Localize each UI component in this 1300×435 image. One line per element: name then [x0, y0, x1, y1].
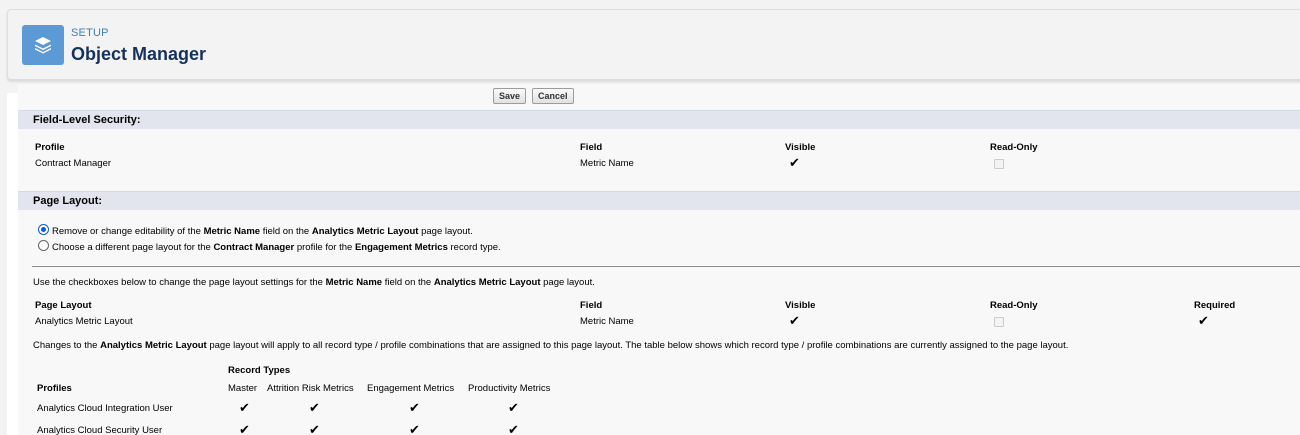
layout-name-value: Analytics Metric Layout: [35, 316, 133, 327]
layout-field-header: Field: [580, 300, 603, 311]
fls-profile-value: Contract Manager: [35, 158, 112, 169]
row2-engagement-check: ✔: [409, 422, 420, 435]
fls-field-header: Field: [580, 142, 603, 153]
layout-field-value: Metric Name: [580, 316, 634, 327]
page-layout-header: Page Layout:: [18, 191, 1300, 210]
save-button[interactable]: Save: [493, 88, 527, 104]
row2-master-check: ✔: [239, 422, 250, 435]
table-row: Analytics Cloud Security User: [37, 425, 163, 435]
field-level-security-header: Field-Level Security:: [18, 110, 1300, 129]
fls-visible-check[interactable]: ✔: [789, 156, 800, 169]
row2-attrition-check: ✔: [309, 422, 320, 435]
record-type-engagement: Engagement Metrics: [367, 383, 455, 394]
left-gutter: [7, 93, 18, 435]
record-type-master: Master: [228, 383, 258, 394]
record-type-attrition-risk: Attrition Risk Metrics: [267, 383, 354, 394]
row1-productivity-check: ✔: [508, 400, 519, 415]
layout-required-check[interactable]: ✔: [1198, 314, 1209, 327]
object-manager-header: SETUP Object Manager: [7, 9, 1300, 80]
cancel-button[interactable]: Cancel: [532, 88, 574, 104]
layout-readonly-header: Read-Only: [990, 300, 1038, 311]
fls-field-value: Metric Name: [580, 158, 634, 169]
layout-visible-check[interactable]: ✔: [789, 314, 800, 327]
row1-master-check: ✔: [239, 400, 250, 415]
profiles-header: Profiles: [37, 383, 72, 394]
choose-layout-radio[interactable]: [38, 240, 49, 251]
remove-editability-option[interactable]: Remove or change editability of the Metr…: [52, 226, 473, 237]
table-row: Analytics Cloud Integration User: [37, 403, 173, 414]
record-types-header: Record Types: [228, 365, 291, 376]
remove-editability-radio[interactable]: [38, 224, 49, 235]
fls-profile-header: Profile: [35, 142, 65, 153]
fls-visible-header: Visible: [785, 142, 816, 153]
choose-layout-option[interactable]: Choose a different page layout for the C…: [52, 242, 501, 253]
row1-attrition-check: ✔: [309, 400, 320, 415]
layout-required-header: Required: [1194, 300, 1236, 311]
fls-readonly-header: Read-Only: [990, 142, 1038, 153]
layout-visible-header: Visible: [785, 300, 816, 311]
row1-engagement-check: ✔: [409, 400, 420, 415]
layout-instructions: Use the checkboxes below to change the p…: [33, 277, 595, 288]
record-type-productivity: Productivity Metrics: [468, 383, 551, 394]
fls-readonly-checkbox: [994, 159, 1004, 169]
layout-col-header: Page Layout: [35, 300, 92, 311]
divider: [32, 266, 1300, 267]
layers-icon: [22, 25, 64, 65]
layout-changes-note: Changes to the Analytics Metric Layout p…: [33, 340, 1069, 351]
setup-eyebrow: SETUP: [71, 27, 109, 39]
row2-productivity-check: ✔: [508, 422, 519, 435]
field-accessibility-panel: Save Cancel Field-Level Security: Profil…: [18, 84, 1300, 435]
page-title: Object Manager: [71, 44, 207, 64]
layout-readonly-checkbox: [994, 317, 1004, 327]
